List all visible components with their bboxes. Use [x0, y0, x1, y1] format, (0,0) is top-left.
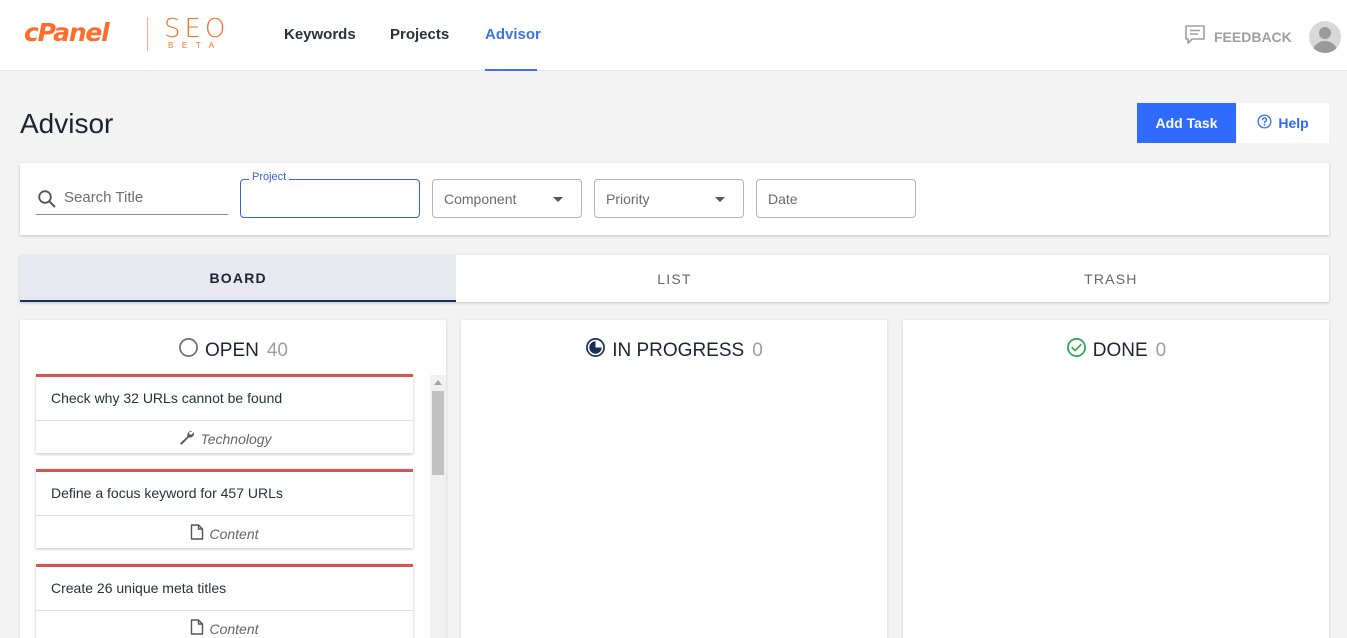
- task-card[interactable]: Check why 32 URLs cannot be found Techno…: [36, 374, 413, 453]
- column-open-count: 40: [266, 339, 288, 361]
- task-card-title: Check why 32 URLs cannot be found: [51, 390, 283, 406]
- task-card-category: Technology: [36, 429, 413, 448]
- date-label: Date: [768, 191, 798, 207]
- nav-advisor[interactable]: Advisor: [485, 26, 541, 43]
- document-icon: [190, 619, 204, 638]
- seo-logo: SEO: [164, 14, 230, 44]
- feedback-button[interactable]: FEEDBACK: [1184, 24, 1292, 49]
- help-icon: [1257, 114, 1272, 132]
- column-in-progress-title: IN PROGRESS: [612, 339, 745, 361]
- tab-list[interactable]: LIST: [456, 255, 892, 302]
- nav-keywords[interactable]: Keywords: [284, 26, 356, 43]
- priority-label: Priority: [606, 191, 650, 207]
- task-card-title: Define a focus keyword for 457 URLs: [51, 485, 283, 501]
- search-field[interactable]: [36, 183, 228, 215]
- project-select[interactable]: Project: [240, 171, 420, 218]
- tab-board[interactable]: BOARD: [20, 255, 457, 302]
- priority-select[interactable]: Priority: [594, 179, 744, 218]
- nav-projects[interactable]: Projects: [390, 26, 449, 43]
- component-label: Component: [444, 191, 517, 207]
- task-card-category: Content: [36, 619, 413, 638]
- column-in-progress: IN PROGRESS 0: [461, 320, 887, 638]
- add-task-button[interactable]: Add Task: [1137, 103, 1236, 143]
- component-select[interactable]: Component: [432, 179, 582, 218]
- done-check-icon: [1066, 337, 1087, 364]
- task-card[interactable]: Create 26 unique meta titles Content: [36, 564, 413, 638]
- view-tabs: BOARD LIST TRASH: [20, 255, 1329, 302]
- top-navigation-bar: cPanel SEO BETA Keywords Projects Adviso…: [0, 0, 1347, 71]
- project-label: Project: [249, 171, 290, 183]
- nav-active-indicator: [485, 69, 537, 71]
- task-card-category-label: Technology: [200, 430, 272, 447]
- tab-trash[interactable]: TRASH: [893, 255, 1329, 302]
- filter-bar: Project Component Priority Date: [20, 163, 1329, 235]
- open-circle-icon: [178, 337, 199, 364]
- feedback-icon: [1184, 24, 1206, 49]
- cpanel-logo[interactable]: cPanel: [24, 18, 110, 47]
- column-open-header: OPEN 40: [20, 337, 446, 364]
- column-open: OPEN 40 Check why 32 URLs cannot be foun…: [20, 320, 446, 638]
- card-divider: [36, 610, 413, 611]
- column-done-count: 0: [1155, 339, 1167, 361]
- column-done-title: DONE: [1092, 339, 1148, 361]
- page-title: Advisor: [20, 108, 114, 139]
- feedback-label: FEEDBACK: [1214, 28, 1292, 45]
- column-in-progress-header: IN PROGRESS 0: [461, 337, 887, 364]
- in-progress-icon: [585, 337, 606, 364]
- column-scrollbar[interactable]: [430, 375, 446, 638]
- task-card[interactable]: Define a focus keyword for 457 URLs Cont…: [36, 469, 413, 548]
- column-open-title: OPEN: [205, 339, 259, 361]
- chevron-down-icon: [553, 197, 563, 202]
- search-input[interactable]: [64, 187, 224, 207]
- scrollbar-thumb[interactable]: [432, 391, 444, 475]
- card-divider: [36, 515, 413, 516]
- logo-divider: [147, 17, 148, 51]
- task-card-category-label: Content: [209, 620, 259, 637]
- task-card-category: Content: [36, 524, 413, 543]
- search-icon: [37, 189, 57, 214]
- date-field[interactable]: Date: [756, 179, 916, 218]
- user-avatar-icon[interactable]: [1309, 21, 1341, 53]
- column-done: DONE 0: [903, 320, 1329, 638]
- chevron-down-icon: [715, 197, 725, 202]
- scroll-up-arrow-icon[interactable]: [434, 380, 442, 385]
- help-button[interactable]: Help: [1237, 103, 1329, 143]
- task-card-title: Create 26 unique meta titles: [51, 580, 227, 596]
- help-label: Help: [1278, 115, 1309, 131]
- document-icon: [190, 524, 204, 543]
- beta-tag: BETA: [168, 41, 223, 50]
- card-divider: [36, 420, 413, 421]
- column-in-progress-count: 0: [752, 339, 763, 361]
- wrench-icon: [177, 429, 195, 448]
- column-done-header: DONE 0: [903, 337, 1329, 364]
- task-card-category-label: Content: [209, 525, 259, 542]
